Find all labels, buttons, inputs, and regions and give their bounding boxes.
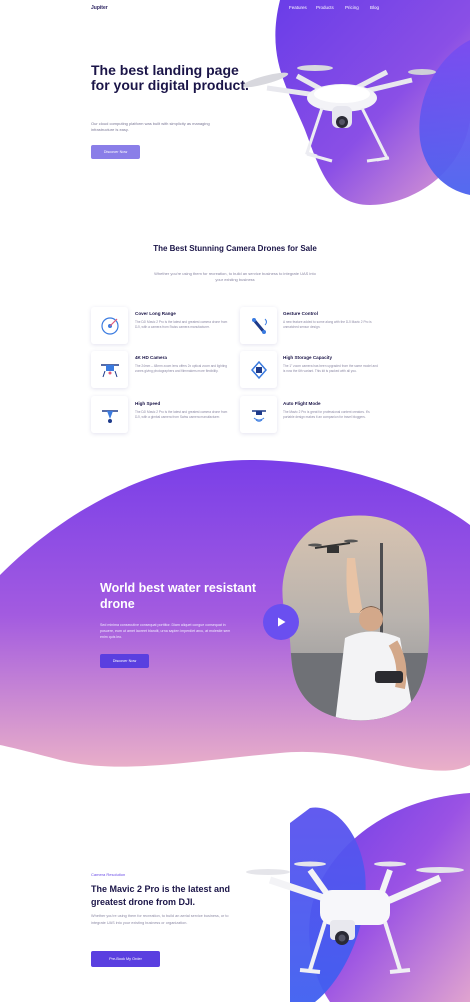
nav-link-products[interactable]: Products: [316, 5, 334, 10]
feature-icon-box: [240, 307, 277, 344]
feature-text: The DJI Mavic 2 Pro is the latest and gr…: [135, 410, 228, 419]
auto-flight-icon: [251, 409, 266, 422]
hero-text: Our cloud computing platform was built w…: [91, 121, 210, 132]
gesture-drone-icon: [251, 317, 267, 334]
play-icon: [278, 617, 286, 627]
mavic-title: The Mavic 2 Pro is the latest and greate…: [91, 884, 231, 907]
features-title: The Best Stunning Camera Drones for Sale: [153, 244, 317, 253]
mavic-drone-image: [246, 861, 464, 974]
feature-text: The Mavic 2 Pro is great for professiona…: [283, 410, 370, 419]
storage-icon: [250, 360, 267, 379]
feature-text: The 1" zoom camera has been upgraded fro…: [283, 364, 378, 373]
nav-link-blog[interactable]: Blog: [370, 5, 379, 10]
water-discover-button[interactable]: Discover Now: [100, 654, 149, 668]
feature-text: A new feature added to some along with t…: [283, 320, 372, 329]
speed-drone-icon: [101, 409, 118, 423]
feature-icon-box: [91, 351, 128, 388]
hero-title: The best landing page for your digital p…: [91, 62, 249, 93]
mavic-kicker: Camera Resolution: [91, 872, 126, 877]
feature-title: High Speed: [135, 401, 161, 406]
logo[interactable]: Jupiter: [91, 5, 108, 11]
features-subtitle: Whether you're using them for recreation…: [154, 271, 316, 282]
nav-link-features[interactable]: Features: [289, 5, 307, 10]
feature-title: Gesture Control: [283, 311, 318, 316]
camera-drone-icon: [100, 363, 119, 377]
man-with-drone-photo: [282, 515, 430, 721]
hero-discover-button[interactable]: Discover Now: [91, 145, 140, 159]
feature-icon-box: [240, 396, 277, 433]
feature-text: The DJI Mavic 2 Pro is the latest and gr…: [135, 320, 228, 329]
prebook-button[interactable]: Pre-Book My Order: [91, 951, 160, 967]
feature-title: Cover Long Range: [135, 311, 176, 316]
feature-title: 4K HD Camera: [135, 355, 167, 360]
feature-icon-box: [91, 307, 128, 344]
hero-drone-image: [241, 65, 436, 163]
nav-link-pricing[interactable]: Pricing: [345, 5, 359, 10]
feature-text: The 24mm – 48mm zoom lens offers 2x opti…: [135, 364, 228, 373]
mavic-text: Whether you're using them for recreation…: [91, 914, 229, 925]
range-target-icon: [100, 316, 119, 335]
water-section-title: World best water resistant drone: [100, 581, 257, 611]
feature-icon-box: [91, 396, 128, 433]
feature-title: Auto Flight Mode: [283, 401, 321, 406]
water-section-text: Sed minima consecutive consequat porttit…: [100, 623, 231, 639]
feature-title: High Storage Capacity: [283, 355, 333, 360]
feature-icon-box: [240, 351, 277, 388]
